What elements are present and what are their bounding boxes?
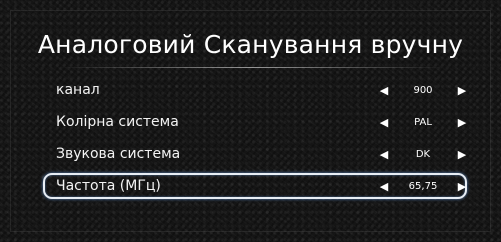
triangle-right-icon[interactable]: ▶	[456, 180, 468, 193]
triangle-right-icon[interactable]: ▶	[456, 116, 468, 129]
row-value: PAL	[414, 116, 432, 128]
menu-row-frequency[interactable]: Частота (МГц) ◀ 65,75 ▶	[56, 174, 466, 198]
row-label: Частота (МГц)	[56, 178, 161, 194]
page-title: Аналоговий Сканування вручну	[37, 30, 464, 59]
triangle-left-icon[interactable]: ◀	[378, 116, 390, 129]
frequency-selector[interactable]: ◀ 65,75 ▶	[378, 174, 468, 198]
menu-row-sound-system[interactable]: Звукова система ◀ DK ▶	[56, 142, 466, 166]
triangle-right-icon[interactable]: ▶	[456, 84, 468, 97]
channel-selector[interactable]: ◀ 900 ▶	[378, 78, 468, 102]
row-label: канал	[56, 82, 100, 98]
row-label: Звукова система	[56, 146, 181, 162]
color-system-selector[interactable]: ◀ PAL ▶	[378, 110, 468, 134]
title-divider	[58, 67, 446, 68]
row-value: DK	[415, 148, 431, 160]
triangle-left-icon[interactable]: ◀	[378, 180, 390, 193]
sound-system-selector[interactable]: ◀ DK ▶	[378, 142, 468, 166]
triangle-left-icon[interactable]: ◀	[378, 84, 390, 97]
row-value: 65,75	[408, 180, 438, 192]
menu-row-channel[interactable]: канал ◀ 900 ▶	[56, 78, 466, 102]
triangle-right-icon[interactable]: ▶	[456, 148, 468, 161]
triangle-left-icon[interactable]: ◀	[378, 148, 390, 161]
manual-scan-screen: Аналоговий Сканування вручну канал ◀ 900…	[0, 0, 501, 242]
menu-row-color-system[interactable]: Колірна система ◀ PAL ▶	[56, 110, 466, 134]
row-value: 900	[413, 84, 433, 96]
row-label: Колірна система	[56, 114, 179, 130]
